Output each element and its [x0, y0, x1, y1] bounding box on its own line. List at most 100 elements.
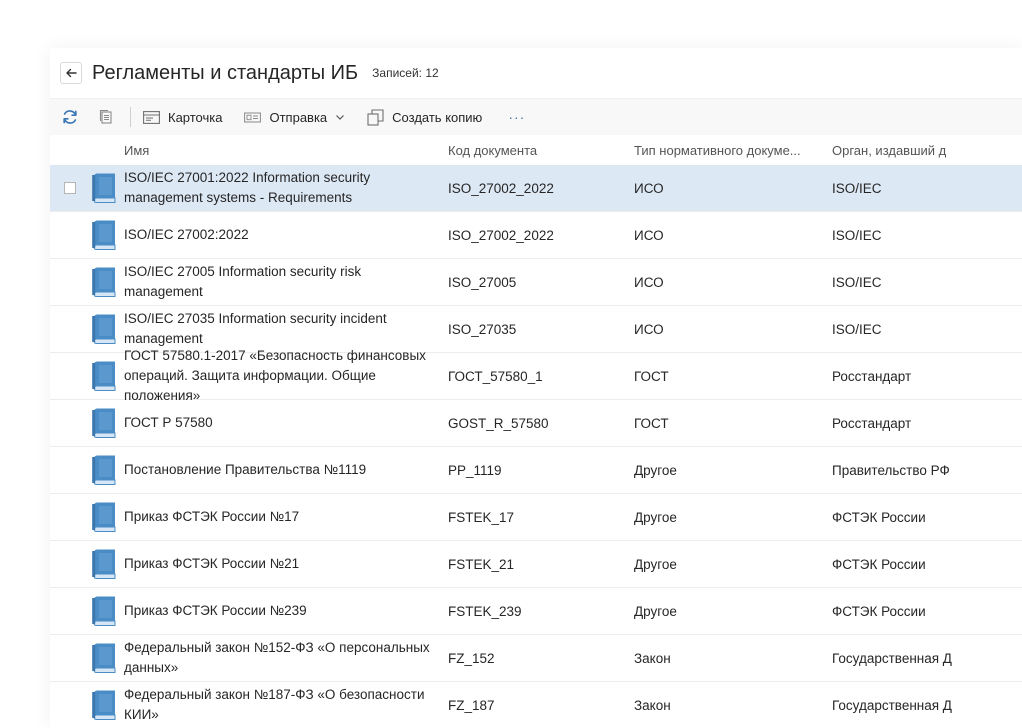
- row-org: ISO/IEC: [832, 227, 882, 243]
- book-icon: [92, 690, 116, 720]
- column-header-name[interactable]: Имя: [50, 143, 448, 158]
- row-org: Государственная Д: [832, 650, 952, 666]
- table-row[interactable]: ISO/IEC 27005 Information security risk …: [50, 259, 1022, 306]
- row-type: ИСО: [634, 321, 664, 337]
- row-icon-cell: [90, 454, 124, 486]
- row-name: ISO/IEC 27001:2022 Information security …: [124, 170, 371, 205]
- row-type: Закон: [634, 697, 671, 713]
- row-checkbox-cell: [50, 370, 90, 382]
- row-name: ISO/IEC 27002:2022: [124, 227, 249, 242]
- table-row[interactable]: Постановление Правительства №1119 PP_111…: [50, 447, 1022, 494]
- back-button[interactable]: [60, 62, 82, 84]
- table-body: ISO/IEC 27001:2022 Information security …: [50, 165, 1022, 728]
- book-icon: [92, 267, 116, 297]
- row-org: Государственная Д: [832, 697, 952, 713]
- row-type: ГОСТ: [634, 415, 669, 431]
- column-header-org[interactable]: Орган, издавший д: [832, 143, 1022, 158]
- row-icon-cell: [90, 360, 124, 392]
- row-name: Федеральный закон №152-ФЗ «О персональны…: [124, 640, 430, 675]
- row-type: ИСО: [634, 274, 664, 290]
- table-row[interactable]: ГОСТ 57580.1-2017 «Безопасность финансов…: [50, 348, 1022, 403]
- row-code: ISO_27005: [448, 274, 517, 290]
- row-code: PP_1119: [448, 462, 502, 478]
- row-checkbox-cell: [50, 511, 90, 523]
- refresh-icon: [63, 110, 77, 124]
- row-org: Правительство РФ: [832, 462, 950, 478]
- table-row[interactable]: Приказ ФСТЭК России №239 FSTEK_239 Друго…: [50, 588, 1022, 635]
- row-org: Росстандарт: [832, 368, 912, 384]
- row-checkbox-cell: [50, 182, 90, 194]
- book-icon: [92, 173, 116, 203]
- row-code: ГОСТ_57580_1: [448, 368, 543, 384]
- table-row[interactable]: ISO/IEC 27002:2022 ISO_27002_2022 ИСО IS…: [50, 212, 1022, 259]
- row-type: Другое: [634, 509, 677, 525]
- row-icon-cell: [90, 642, 124, 674]
- duplicate-icon: [367, 108, 384, 126]
- row-name: Приказ ФСТЭК России №21: [124, 556, 300, 571]
- row-type: Другое: [634, 603, 677, 619]
- table-row[interactable]: Федеральный закон №152-ФЗ «О персональны…: [50, 635, 1022, 682]
- row-org: ФСТЭК России: [832, 603, 926, 619]
- book-icon: [92, 502, 116, 532]
- row-type: ИСО: [634, 227, 664, 243]
- refresh-button[interactable]: [58, 105, 82, 129]
- chevron-down-icon: [336, 115, 345, 120]
- create-copy-button[interactable]: Создать копию: [367, 108, 482, 126]
- table-header: Имя Код документа Тип нормативного докум…: [50, 135, 1022, 165]
- row-name: Постановление Правительства №1119: [124, 462, 367, 477]
- row-code: FSTEK_21: [448, 556, 515, 572]
- row-org: ФСТЭК России: [832, 556, 926, 572]
- row-checkbox[interactable]: [64, 182, 76, 194]
- page-header: Регламенты и стандарты ИБ Записей: 12: [50, 48, 1022, 98]
- book-icon: [92, 314, 116, 344]
- card-icon: [143, 110, 160, 124]
- book-icon: [92, 361, 116, 391]
- row-checkbox-cell: [50, 605, 90, 617]
- row-code: FZ_152: [448, 650, 495, 666]
- row-name: ГОСТ 57580.1-2017 «Безопасность финансов…: [124, 348, 426, 403]
- card-button-label: Карточка: [168, 109, 223, 125]
- book-icon: [92, 643, 116, 673]
- row-type: Закон: [634, 650, 671, 666]
- table-row[interactable]: Приказ ФСТЭК России №17 FSTEK_17 Другое …: [50, 494, 1022, 541]
- row-icon-cell: [90, 219, 124, 251]
- row-org: ISO/IEC: [832, 180, 882, 196]
- book-icon: [92, 455, 116, 485]
- row-checkbox-cell: [50, 699, 90, 711]
- row-icon-cell: [90, 407, 124, 439]
- arrow-left-icon: [66, 68, 77, 78]
- book-icon: [92, 220, 116, 250]
- row-checkbox-cell: [50, 417, 90, 429]
- row-name: ISO/IEC 27035 Information security incid…: [124, 311, 387, 346]
- copy-document-button[interactable]: [94, 105, 118, 129]
- row-checkbox-cell: [50, 229, 90, 241]
- table-row[interactable]: Приказ ФСТЭК России №21 FSTEK_21 Другое …: [50, 541, 1022, 588]
- table-row[interactable]: ISO/IEC 27001:2022 Information security …: [50, 165, 1022, 212]
- send-dropdown-button[interactable]: Отправка: [244, 110, 345, 125]
- page-title: Регламенты и стандарты ИБ: [92, 61, 359, 84]
- records-count: Записей: 12: [372, 66, 439, 80]
- row-org: ISO/IEC: [832, 321, 882, 337]
- row-icon-cell: [90, 313, 124, 345]
- row-name: Приказ ФСТЭК России №17: [124, 509, 300, 524]
- toolbar: Карточка Отправка Создать копию ···: [50, 98, 1022, 135]
- row-checkbox-cell: [50, 464, 90, 476]
- row-name: ГОСТ Р 57580: [124, 415, 213, 430]
- row-code: ISO_27035: [448, 321, 517, 337]
- table-row[interactable]: Федеральный закон №187-ФЗ «О безопасност…: [50, 682, 1022, 728]
- row-code: ISO_27002_2022: [448, 227, 554, 243]
- row-type: Другое: [634, 462, 677, 478]
- row-code: FZ_187: [448, 697, 495, 713]
- table-row[interactable]: ГОСТ Р 57580 GOST_R_57580 ГОСТ Росстанда…: [50, 400, 1022, 447]
- book-icon: [92, 596, 116, 626]
- column-header-code[interactable]: Код документа: [448, 143, 634, 158]
- row-org: Росстандарт: [832, 415, 912, 431]
- toolbar-divider: [130, 107, 131, 127]
- column-header-type[interactable]: Тип нормативного докуме...: [634, 143, 832, 158]
- row-icon-cell: [90, 548, 124, 580]
- card-button[interactable]: Карточка: [143, 110, 222, 125]
- row-icon-cell: [90, 501, 124, 533]
- row-icon-cell: [90, 172, 124, 204]
- more-options-button[interactable]: ···: [508, 109, 525, 125]
- row-name: Приказ ФСТЭК России №239: [124, 603, 307, 618]
